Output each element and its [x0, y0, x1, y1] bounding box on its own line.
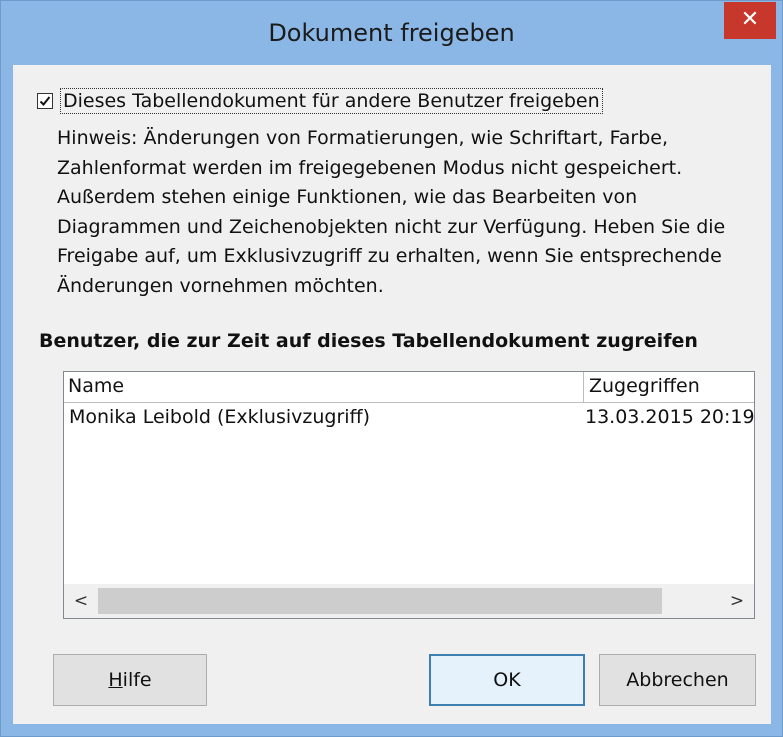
scroll-right-button[interactable]: >: [720, 584, 754, 618]
users-section-label: Benutzer, die zur Zeit auf dieses Tabell…: [39, 330, 698, 352]
hint-line: Freigabe auf, um Exklusivzugriff zu erha…: [57, 245, 722, 267]
table-row[interactable]: Monika Leibold (Exklusivzugriff) 13.03.2…: [64, 406, 754, 436]
horizontal-scrollbar[interactable]: < >: [64, 584, 754, 618]
cancel-button[interactable]: Abbrechen: [599, 654, 756, 706]
dialog-window: Dokument freigeben ✕ Dieses Tabellendoku…: [0, 0, 783, 737]
hint-line: Änderungen vornehmen möchten.: [57, 274, 384, 297]
accessed-time-cell: 13.03.2015 20:19 20: [585, 406, 754, 428]
hint-line: Diagrammen und Zeichenobjekten nicht zur…: [57, 215, 726, 238]
share-checkbox[interactable]: [37, 93, 53, 109]
scroll-thumb[interactable]: [98, 588, 662, 614]
hint-text: Hinweis: Änderungen von Formatierungen, …: [57, 124, 757, 301]
column-header-name[interactable]: Name: [68, 375, 124, 397]
help-button[interactable]: Hilfe: [53, 654, 207, 706]
list-header: Name Zugegriffen: [64, 372, 754, 403]
column-divider[interactable]: [583, 372, 584, 402]
chevron-left-icon: <: [73, 591, 89, 611]
column-header-accessed[interactable]: Zugegriffen: [589, 375, 700, 397]
users-list[interactable]: Name Zugegriffen Monika Leibold (Exklusi…: [63, 371, 755, 619]
share-checkbox-label[interactable]: Dieses Tabellendokument für andere Benut…: [60, 88, 603, 114]
hint-line: Zahlenformat werden im freigegebenen Mod…: [57, 156, 683, 179]
dialog-title: Dokument freigeben: [268, 19, 515, 47]
share-checkbox-row[interactable]: Dieses Tabellendokument für andere Benut…: [37, 88, 603, 114]
hint-line: Außerdem stehen einige Funktionen, wie d…: [57, 186, 638, 208]
ok-button[interactable]: OK: [429, 654, 585, 706]
checkmark-icon: [39, 96, 51, 106]
close-button[interactable]: ✕: [724, 2, 776, 39]
hint-line: Hinweis: Änderungen von Formatierungen, …: [57, 127, 669, 149]
help-button-label: ilfe: [122, 669, 152, 691]
close-icon: ✕: [740, 7, 760, 32]
title-bar[interactable]: Dokument freigeben ✕: [1, 1, 782, 59]
scroll-left-button[interactable]: <: [64, 584, 98, 618]
chevron-right-icon: >: [729, 591, 745, 611]
help-button-accelerator: H: [108, 669, 123, 691]
user-name-cell: Monika Leibold (Exklusivzugriff): [69, 406, 371, 428]
dialog-content: Dieses Tabellendokument für andere Benut…: [13, 65, 771, 724]
